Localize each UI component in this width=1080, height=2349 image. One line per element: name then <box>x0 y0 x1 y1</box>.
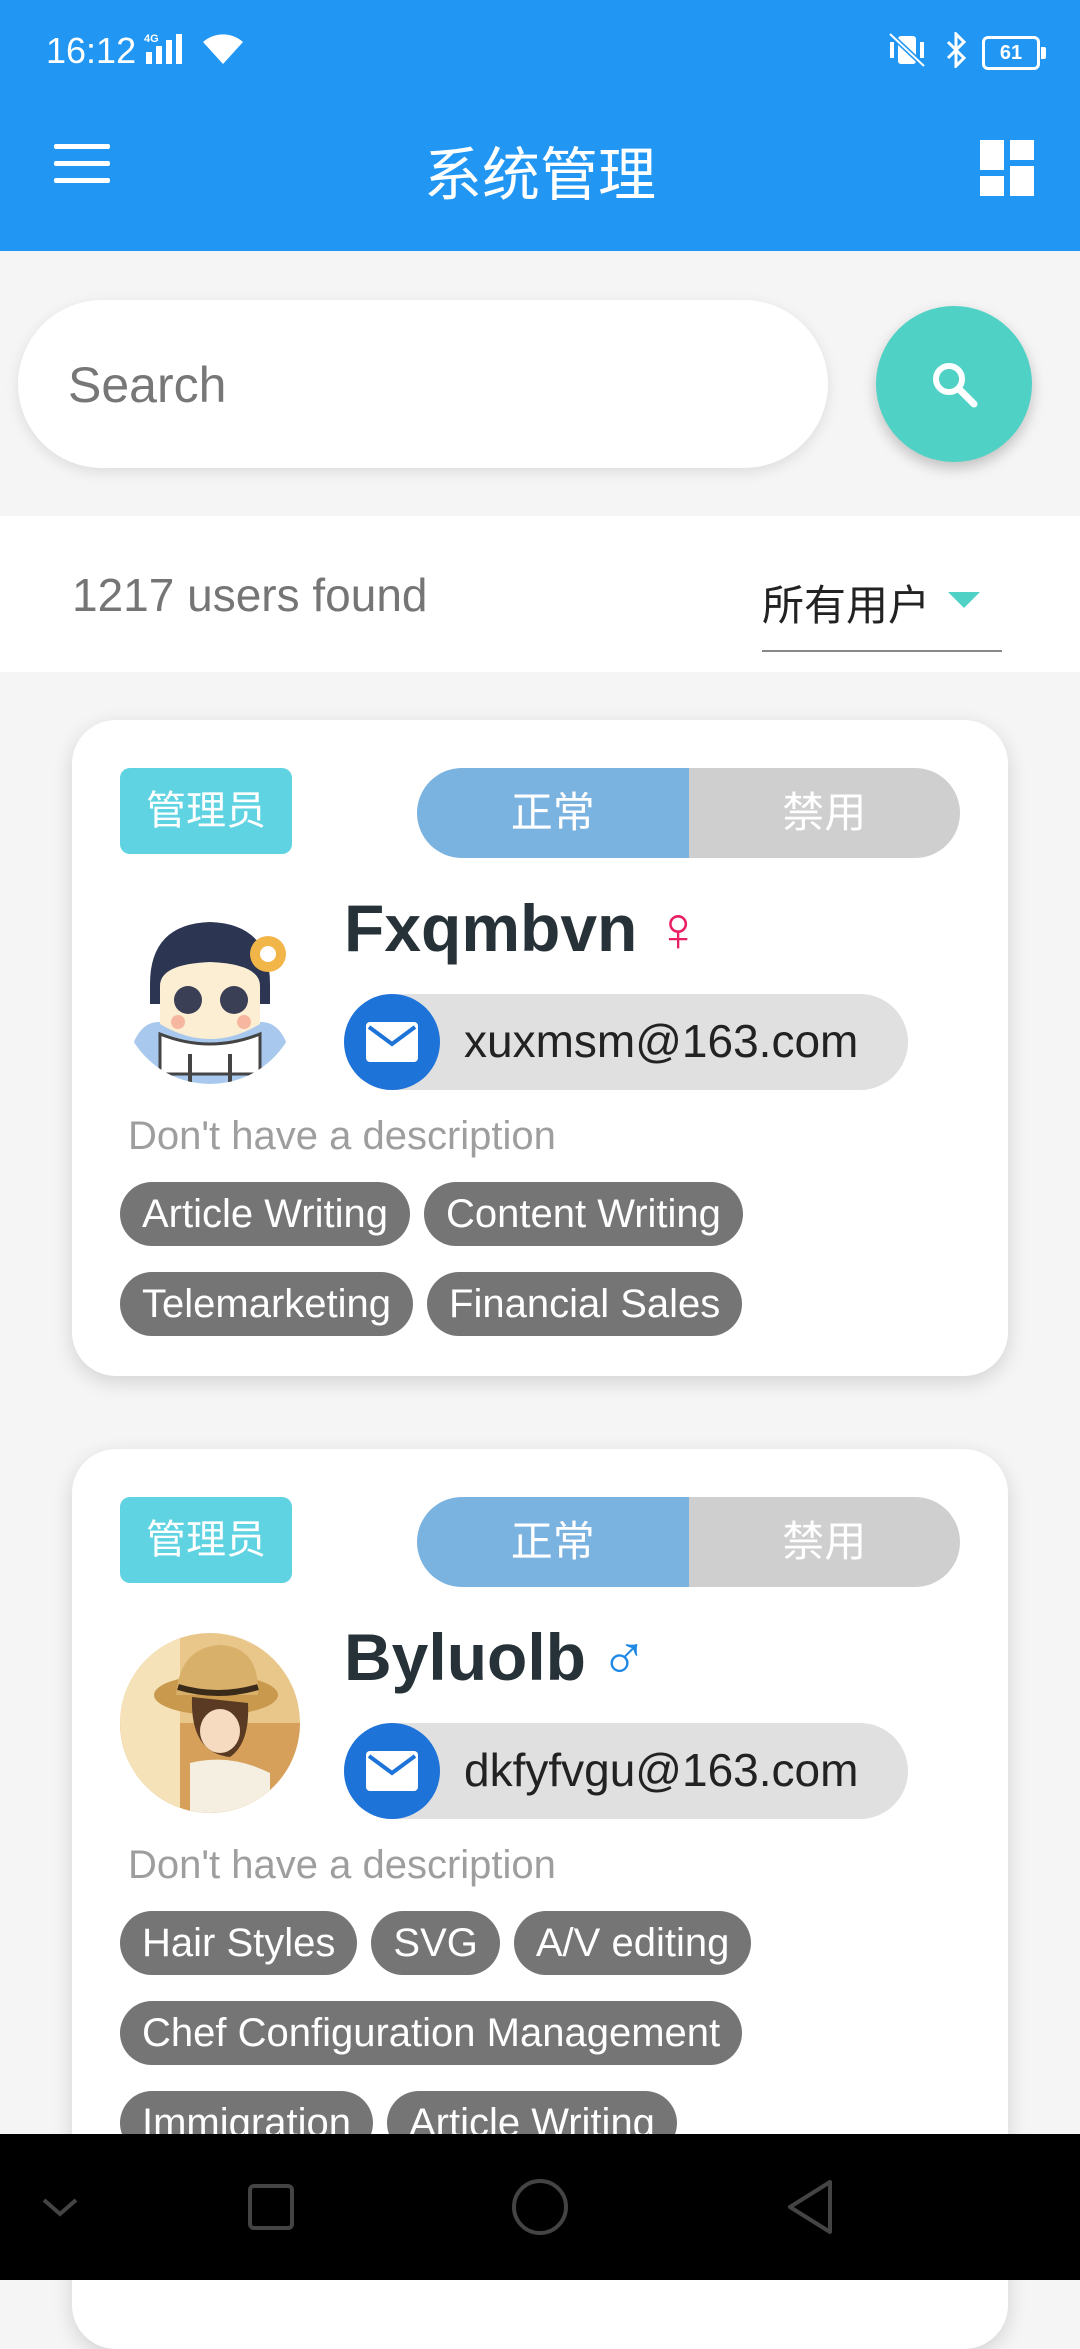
mail-icon <box>344 994 440 1090</box>
user-description: Don't have a description <box>128 1114 556 1158</box>
results-count: 1217 users found <box>72 569 428 621</box>
skill-tag: SVG <box>371 1911 500 1975</box>
search-button[interactable] <box>876 306 1032 462</box>
status-bar: 16:12 4G 61 <box>0 0 1080 108</box>
role-badge: 管理员 <box>120 1497 292 1583</box>
recents-icon[interactable] <box>246 2172 296 2247</box>
email-chip[interactable]: xuxmsm@163.com <box>344 994 908 1090</box>
skill-tag: A/V editing <box>513 1911 752 1975</box>
user-description: Don't have a description <box>128 1843 556 1887</box>
skill-tags: Article Writing Content Writing Telemarke… <box>120 1182 980 1362</box>
svg-text:4G: 4G <box>144 33 159 45</box>
male-icon: ♂ <box>600 1622 648 1694</box>
status-normal-option[interactable]: 正常 <box>417 1497 689 1587</box>
user-email: xuxmsm@163.com <box>464 1015 859 1067</box>
user-name: Byluolb <box>344 1620 586 1694</box>
wifi-icon <box>200 32 246 71</box>
skill-tag: Article Writing <box>120 1182 410 1246</box>
battery-indicator: 61 <box>982 35 1046 70</box>
status-disabled-option[interactable]: 禁用 <box>688 768 960 858</box>
bluetooth-icon <box>944 30 968 73</box>
skill-tag: Content Writing <box>423 1182 743 1246</box>
role-badge: 管理员 <box>120 768 292 854</box>
search-field <box>18 300 828 470</box>
home-icon[interactable] <box>510 2172 570 2247</box>
status-toggle: 正常 禁用 <box>417 768 960 858</box>
signal-icon: 4G <box>144 32 194 71</box>
results-bar: 1217 users found 所有用户 <box>0 516 1080 672</box>
skill-tag: Chef Configuration Management <box>120 2001 743 2065</box>
status-toggle: 正常 禁用 <box>417 1497 960 1587</box>
search-input[interactable] <box>66 300 790 470</box>
female-icon: ♀ <box>654 893 702 965</box>
app-bar: 16:12 4G 61 系统管理 <box>0 0 1080 251</box>
dashboard-button[interactable] <box>980 140 1036 196</box>
page-title: 系统管理 <box>423 143 656 208</box>
dashboard-icon <box>980 140 1034 196</box>
status-time: 16:12 <box>46 30 137 71</box>
email-chip[interactable]: dkfyfvgu@163.com <box>344 1723 908 1819</box>
avatar[interactable] <box>120 1633 300 1813</box>
user-card[interactable]: 管理员 正常 禁用 Fxqmbvn ♀ xuxmsm@163.com Don't… <box>72 720 1008 1376</box>
mail-icon <box>344 1723 440 1819</box>
nav-hide-icon[interactable] <box>40 2172 80 2247</box>
status-normal-option[interactable]: 正常 <box>417 768 689 858</box>
skill-tag: Financial Sales <box>427 1272 743 1336</box>
vibrate-icon <box>884 32 930 73</box>
skill-tag: Hair Styles <box>120 1911 358 1975</box>
dropdown-arrow-icon <box>948 592 980 608</box>
status-disabled-option[interactable]: 禁用 <box>688 1497 960 1587</box>
user-filter-dropdown[interactable]: 所有用户 <box>762 564 1002 652</box>
avatar[interactable] <box>120 904 300 1084</box>
search-icon <box>933 363 978 408</box>
back-icon[interactable] <box>782 2172 838 2247</box>
filter-selected-value: 所有用户 <box>762 582 931 629</box>
skill-tag: Telemarketing <box>120 1272 414 1336</box>
user-email: dkfyfvgu@163.com <box>464 1744 859 1796</box>
user-name: Fxqmbvn <box>344 891 638 965</box>
system-nav-bar <box>0 2134 1080 2280</box>
